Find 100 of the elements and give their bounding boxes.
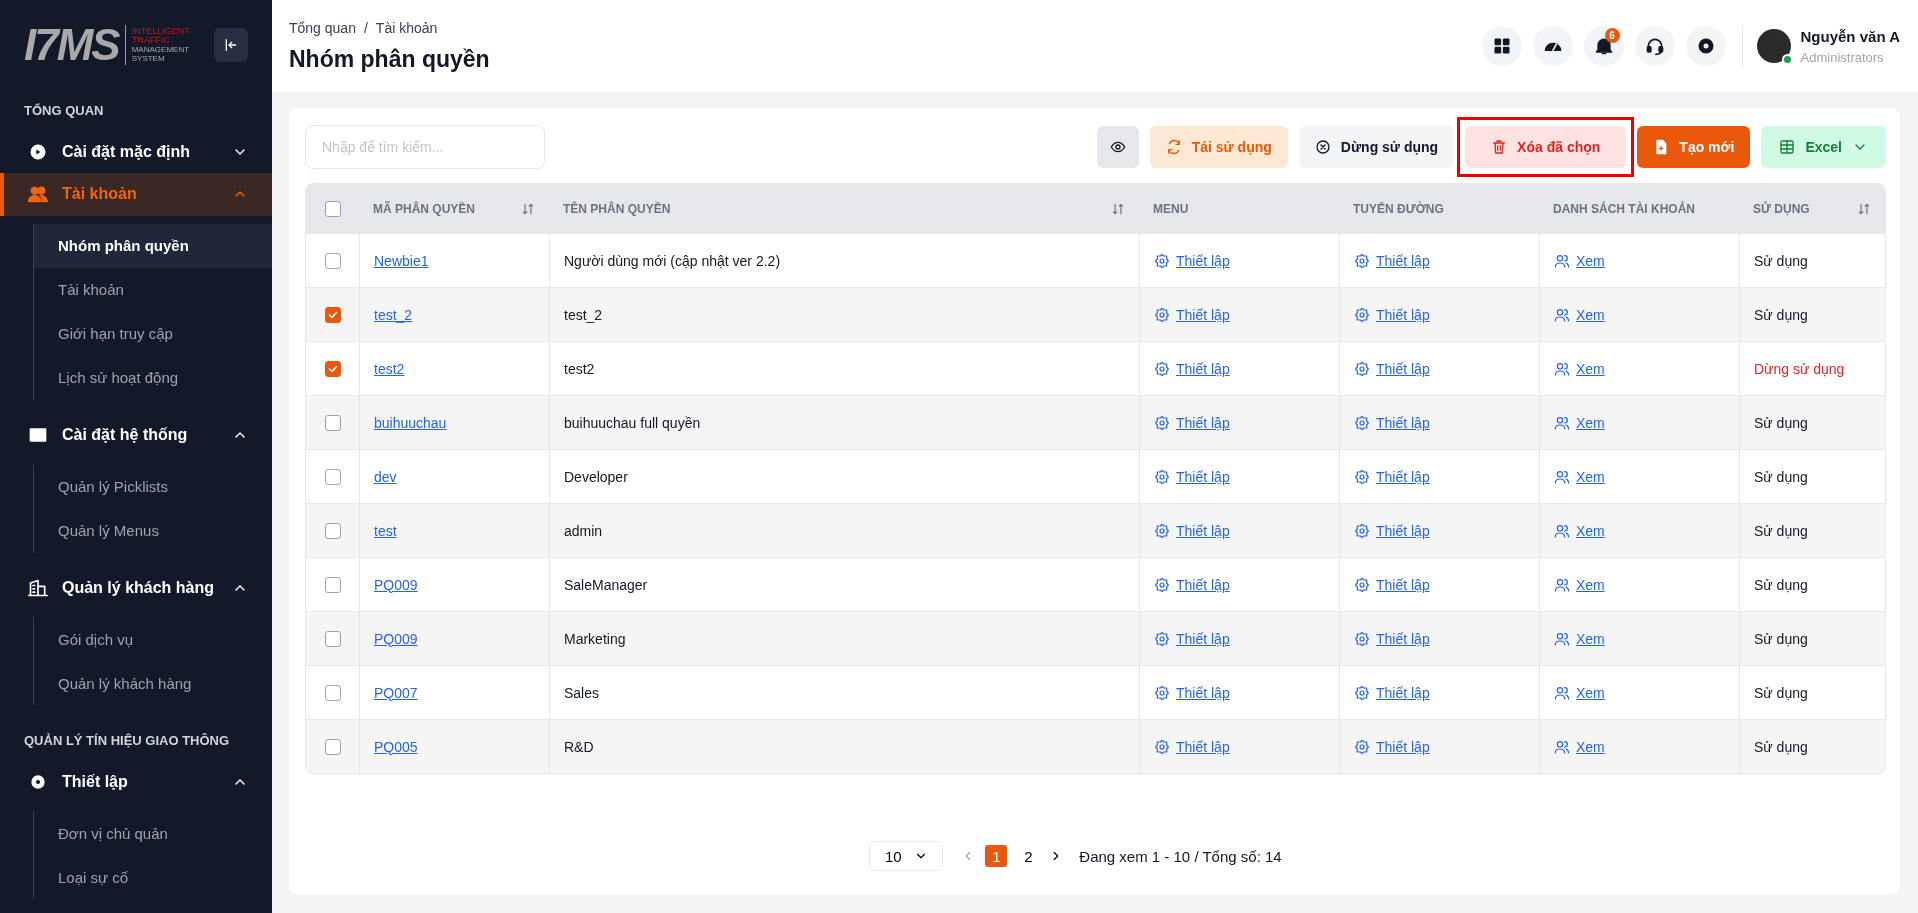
users-icon xyxy=(28,184,48,205)
close-circle-icon xyxy=(1314,139,1331,155)
code-link[interactable]: PQ005 xyxy=(374,738,418,755)
sort-icon[interactable] xyxy=(521,201,535,216)
setup-link[interactable]: Thiết lập xyxy=(1176,306,1230,323)
row-checkbox[interactable] xyxy=(324,684,341,701)
view-accounts-link[interactable]: Xem xyxy=(1576,738,1605,755)
create-button[interactable]: Tạo mới xyxy=(1637,126,1751,168)
nav-subitem[interactable]: Gói dịch vụ xyxy=(34,617,272,662)
nav-subitem[interactable]: Lịch sử hoạt động xyxy=(34,355,272,400)
column-header: SỬ DỤNG xyxy=(1753,201,1811,216)
eye-icon xyxy=(1109,139,1126,155)
nav-subitem[interactable]: Nhóm phân quyền xyxy=(34,223,272,268)
view-accounts-link[interactable]: Xem xyxy=(1576,360,1605,377)
nav-group-item[interactable]: Cài đặt mặc định xyxy=(0,130,272,174)
page-button[interactable]: 1 xyxy=(985,845,1008,867)
setup-link[interactable]: Thiết lập xyxy=(1376,630,1430,647)
select-all-checkbox[interactable] xyxy=(324,200,341,217)
code-link[interactable]: dev xyxy=(374,468,397,485)
view-accounts-link[interactable]: Xem xyxy=(1576,576,1605,593)
setup-link[interactable]: Thiết lập xyxy=(1376,414,1430,431)
setup-link[interactable]: Thiết lập xyxy=(1376,522,1430,539)
gauge-button[interactable] xyxy=(1532,26,1573,66)
page-button[interactable]: 2 xyxy=(1017,845,1040,867)
nav-subitem[interactable]: Quản lý Picklists xyxy=(34,464,272,509)
row-checkbox[interactable] xyxy=(324,630,341,647)
code-link[interactable]: PQ009 xyxy=(374,630,418,647)
view-accounts-link[interactable]: Xem xyxy=(1576,414,1605,431)
table-cell: admin xyxy=(549,503,1139,557)
collapse-sidebar-button[interactable] xyxy=(214,27,248,62)
code-link[interactable]: test_2 xyxy=(374,306,413,323)
setup-link[interactable]: Thiết lập xyxy=(1176,252,1230,269)
user-role: Administrators xyxy=(1800,49,1885,65)
users-icon xyxy=(1554,468,1570,485)
view-accounts-link[interactable]: Xem xyxy=(1576,684,1605,701)
users-icon xyxy=(1554,738,1570,755)
excel-button[interactable]: Excel xyxy=(1761,126,1886,168)
setup-link[interactable]: Thiết lập xyxy=(1376,738,1430,755)
users-icon xyxy=(1554,522,1570,539)
sort-icon[interactable] xyxy=(1111,201,1125,216)
setup-link[interactable]: Thiết lập xyxy=(1376,576,1430,593)
view-accounts-link[interactable]: Xem xyxy=(1576,468,1605,485)
code-link[interactable]: PQ009 xyxy=(374,576,418,593)
headset-button[interactable] xyxy=(1634,26,1675,66)
nav-group-item[interactable]: Quản lý khách hàng xyxy=(0,566,272,610)
setup-link[interactable]: Thiết lập xyxy=(1376,468,1430,485)
table-cell: test_2 xyxy=(549,287,1139,341)
row-checkbox[interactable] xyxy=(324,414,341,431)
delete-selected-button[interactable]: Xóa đã chọn xyxy=(1465,126,1627,168)
nav-group-item[interactable]: Thiết lập xyxy=(0,760,272,803)
view-button[interactable] xyxy=(1096,126,1139,168)
code-link[interactable]: test2 xyxy=(374,360,405,377)
bell-button[interactable]: 6 xyxy=(1583,26,1624,66)
nav-subitem[interactable]: Giới hạn truy cập xyxy=(34,311,272,356)
row-checkbox[interactable] xyxy=(324,306,341,323)
stop-using-button[interactable]: Dừng sử dụng xyxy=(1298,126,1455,168)
setup-link[interactable]: Thiết lập xyxy=(1176,468,1230,485)
code-link[interactable]: test xyxy=(374,522,397,539)
view-accounts-link[interactable]: Xem xyxy=(1576,252,1605,269)
search-field[interactable]: Nhập để tìm kiếm... xyxy=(305,125,545,169)
row-checkbox[interactable] xyxy=(324,522,341,539)
users-icon xyxy=(1554,252,1570,269)
nav-subitem[interactable]: Tài khoản xyxy=(34,267,272,312)
page-size-select[interactable]: 10 xyxy=(869,841,944,871)
setup-link[interactable]: Thiết lập xyxy=(1376,360,1430,377)
status-cell: Sử dụng xyxy=(1739,503,1885,557)
sort-icon[interactable] xyxy=(1857,201,1871,216)
nav-subitem[interactable]: Đơn vị chủ quản xyxy=(34,811,272,855)
row-checkbox[interactable] xyxy=(324,468,341,485)
code-link[interactable]: PQ007 xyxy=(374,684,418,701)
row-checkbox[interactable] xyxy=(324,252,341,269)
setup-link[interactable]: Thiết lập xyxy=(1176,684,1230,701)
setup-link[interactable]: Thiết lập xyxy=(1376,306,1430,323)
nav-subitem[interactable]: Loại sự cố xyxy=(34,855,272,899)
breadcrumb-link[interactable]: Tổng quan xyxy=(289,19,356,36)
setup-link[interactable]: Thiết lập xyxy=(1376,684,1430,701)
nav-subitem[interactable]: Quản lý Menus xyxy=(34,508,272,553)
code-link[interactable]: Newbie1 xyxy=(374,252,429,269)
setup-link[interactable]: Thiết lập xyxy=(1176,576,1230,593)
nav-group-item[interactable]: Tài khoản xyxy=(0,173,272,216)
view-accounts-link[interactable]: Xem xyxy=(1576,522,1605,539)
code-link[interactable]: buihuuchau xyxy=(374,414,447,431)
view-accounts-link[interactable]: Xem xyxy=(1576,306,1605,323)
setup-link[interactable]: Thiết lập xyxy=(1176,630,1230,647)
setup-link[interactable]: Thiết lập xyxy=(1176,360,1230,377)
breadcrumb-link[interactable]: Tài khoản xyxy=(375,19,438,36)
setup-link[interactable]: Thiết lập xyxy=(1176,522,1230,539)
setup-link[interactable]: Thiết lập xyxy=(1176,738,1230,755)
grid-button[interactable] xyxy=(1481,26,1522,66)
row-checkbox[interactable] xyxy=(324,360,341,377)
gear-button[interactable] xyxy=(1685,26,1726,66)
setup-link[interactable]: Thiết lập xyxy=(1376,252,1430,269)
view-accounts-link[interactable]: Xem xyxy=(1576,630,1605,647)
setup-link[interactable]: Thiết lập xyxy=(1176,414,1230,431)
nav-group-item[interactable]: Cài đặt hệ thống xyxy=(0,413,272,457)
reuse-button[interactable]: Tái sử dụng xyxy=(1149,126,1288,168)
row-checkbox[interactable] xyxy=(324,576,341,593)
row-checkbox[interactable] xyxy=(324,738,341,755)
logo-wordmark: I7MS xyxy=(24,22,119,67)
nav-subitem[interactable]: Quản lý khách hàng xyxy=(34,661,272,706)
